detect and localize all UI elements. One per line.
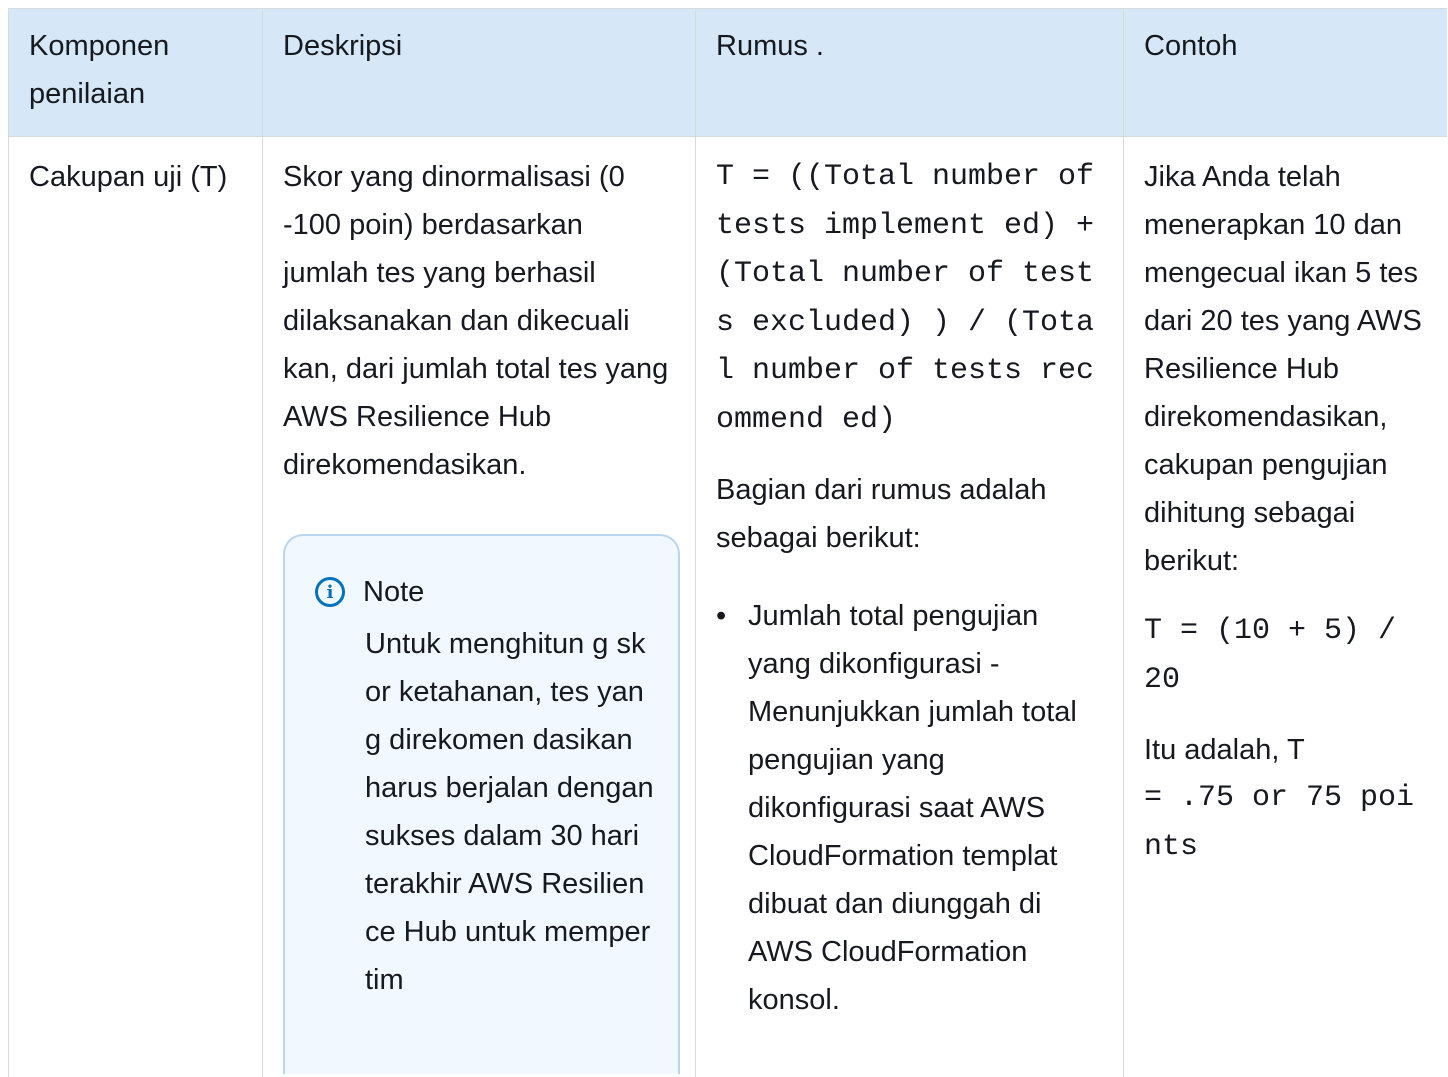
description-text: Skor yang dinormalisasi (0 -100 poin) be…: [283, 161, 669, 481]
table-row: Cakupan uji (T) Skor yang dinormalisasi …: [9, 137, 1447, 1077]
formula-code: T = ((Total number of tests implement ed…: [716, 160, 1113, 437]
cell-description: Skor yang dinormalisasi (0 -100 poin) be…: [263, 137, 696, 1077]
formula-item-text: Jumlah total pengujian yang dikonfiguras…: [748, 600, 1077, 1016]
cell-component: Cakupan uji (T): [9, 137, 263, 1077]
formula-list: • Jumlah total pengujian yang dikonfigur…: [716, 592, 1103, 1024]
info-icon: i: [315, 577, 345, 607]
header-deskripsi: Deskripsi: [263, 9, 696, 136]
note-box: i Note Untuk menghitun g skor ketahanan,…: [283, 534, 680, 1074]
example-code: T = (10 + 5) / 20: [1144, 614, 1415, 697]
component-name: Cakupan uji (T): [29, 161, 228, 193]
note-body: Untuk menghitun g skor ketahanan, tes ya…: [365, 628, 654, 996]
example-text: Jika Anda telah menerapkan 10 dan mengec…: [1144, 161, 1422, 577]
list-item: • Jumlah total pengujian yang dikonfigur…: [716, 592, 1103, 1024]
scoring-table: Komponen penilaian Deskripsi Rumus . Con…: [8, 8, 1447, 1077]
note-title: Note: [363, 575, 425, 608]
formula-intro: Bagian dari rumus adalah sebagai berikut…: [716, 474, 1047, 554]
note-header: i Note: [315, 574, 648, 610]
table-header-row: Komponen penilaian Deskripsi Rumus . Con…: [9, 8, 1447, 137]
example-result-code: = .75 or 75 points: [1144, 781, 1415, 864]
cell-formula: T = ((Total number of tests implement ed…: [696, 137, 1124, 1077]
example-result-prefix: Itu adalah, T: [1144, 734, 1305, 766]
header-komponen: Komponen penilaian: [9, 9, 263, 136]
header-rumus: Rumus .: [696, 9, 1124, 136]
bullet: •: [716, 600, 727, 632]
cell-example: Jika Anda telah menerapkan 10 dan mengec…: [1124, 137, 1447, 1077]
header-contoh: Contoh: [1144, 30, 1238, 62]
